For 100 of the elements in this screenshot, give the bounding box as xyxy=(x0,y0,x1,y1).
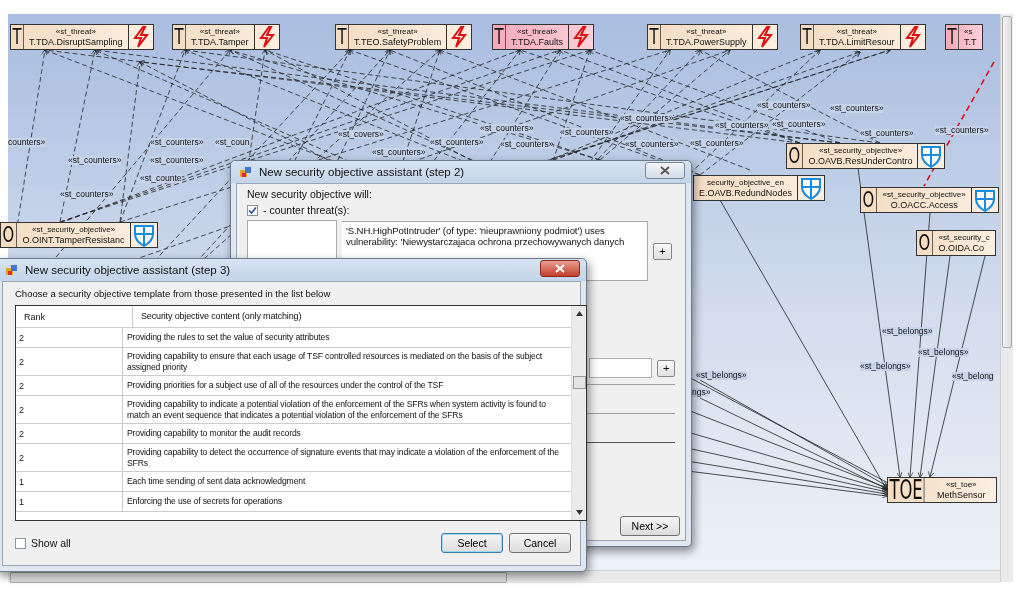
node-name: O.OACC.Access xyxy=(890,200,958,210)
connector-label: «st_counters» xyxy=(715,121,769,130)
stereotype-label: «st_threat» xyxy=(199,27,240,37)
table-cell: 2 xyxy=(16,348,123,375)
node-name: MethSensor xyxy=(936,490,986,500)
scroll-down-icon[interactable] xyxy=(575,510,583,515)
connector-label: «st_counters» xyxy=(625,140,679,149)
connector-label: «st_coun xyxy=(215,138,250,147)
connector-label: «st_belongs» xyxy=(918,348,969,357)
checkbox[interactable] xyxy=(15,537,26,549)
cancel-button[interactable]: Cancel xyxy=(509,533,571,553)
close-icon xyxy=(660,165,670,175)
connector-label: «st_counters» xyxy=(690,139,744,148)
node-name: T.TDA.Faults xyxy=(511,37,564,47)
add-button[interactable]: + xyxy=(657,359,675,377)
table-cell-text: Providing capability to ensure that each usage of TSF controlled resources is mediated on the basis of the subject assigned priority xyxy=(126,350,544,374)
checkbox[interactable] xyxy=(247,204,258,216)
stereotype-label: «st_threat» xyxy=(55,27,96,37)
window-title: New security objective assistant (step 3) xyxy=(25,264,232,276)
node-letter: T xyxy=(336,25,349,49)
connector-label: «st_counters» xyxy=(772,120,826,129)
stereotype-label: «st_security_objective» xyxy=(32,225,116,235)
connector-label: «st_counters» xyxy=(757,101,811,110)
stereotype-label: «st_security_objective» xyxy=(818,146,903,156)
check-icon xyxy=(248,205,257,215)
node-letter: T xyxy=(946,25,959,49)
intro-text: New security objective will: xyxy=(247,188,373,200)
table-cell-text: Enforcing the use of secrets for operations xyxy=(126,495,283,509)
table-cell: 1 xyxy=(16,492,123,511)
column-header[interactable]: Security objective content (only matching) xyxy=(133,306,571,327)
table-cell-text: Providing the rules to set the value of security attributes xyxy=(126,331,331,345)
node-letter: T xyxy=(11,25,24,49)
window-title: New security objective assistant (step 2) xyxy=(259,166,466,178)
node-name: T.TDA.PowerSupply xyxy=(666,37,747,47)
node-letter: O xyxy=(917,231,933,255)
app-icon xyxy=(239,165,253,179)
node-letter: T xyxy=(648,25,661,49)
node-name: O.OINT.TamperResistanc xyxy=(22,235,125,245)
close-button[interactable] xyxy=(645,161,685,179)
add-button[interactable]: + xyxy=(653,242,672,260)
node-letter: O xyxy=(787,144,803,168)
node-name: T.TDA.LimitResour xyxy=(819,37,895,47)
node-letter: O xyxy=(861,188,877,212)
vertical-scrollbar[interactable] xyxy=(1000,14,1013,582)
table-cell: 2 xyxy=(16,376,123,395)
table-cell-text: Providing priorities for a subject use of all of the resources under the control of the TSF xyxy=(126,379,445,393)
node-letter: TOE xyxy=(888,478,925,502)
scrollbar-thumb[interactable] xyxy=(1002,16,1012,348)
vertical-scrollbar[interactable] xyxy=(571,306,586,520)
close-icon xyxy=(555,263,565,273)
scroll-up-icon[interactable] xyxy=(575,311,583,316)
table-cell: 2 xyxy=(16,328,123,347)
connector-label: «st_covers» xyxy=(338,130,384,139)
connector-label: «st_belongs» xyxy=(882,327,933,336)
node-name: T.TDA.Tamper xyxy=(191,37,249,47)
connector-label: «st_counte xyxy=(140,174,182,183)
connector-label: «st_counters» xyxy=(560,128,614,137)
connector-label: «st_counters» xyxy=(620,114,674,123)
node-name: E.OAVB.RedundNodes xyxy=(699,188,792,198)
node-name: O.OIDA.Co xyxy=(938,243,985,253)
connector-label: counters» xyxy=(8,138,46,147)
connector-label: «st_counters» xyxy=(830,104,884,113)
node-name: T.T xyxy=(964,37,977,47)
table-cell: 1 xyxy=(16,472,123,491)
stereotype-label: «st_toe» xyxy=(945,480,977,490)
checkbox-label: Show all xyxy=(31,537,71,549)
horizontal-scrollbar[interactable] xyxy=(8,570,1000,583)
objective-node[interactable]: security_objective_en E.OAVB.RedundNodes xyxy=(693,175,825,201)
table-cell: 2 xyxy=(16,444,123,471)
close-button[interactable] xyxy=(540,259,580,277)
stereotype-label: security_objective_en xyxy=(706,178,784,188)
checkbox-label: - counter threat(s): xyxy=(263,204,350,216)
next-button[interactable]: Next >> xyxy=(620,516,680,536)
stereotype-label: «st_threat» xyxy=(517,27,558,37)
table-cell: 2 xyxy=(16,424,123,443)
node-name: T.TDA.DisruptSampling xyxy=(29,37,123,47)
toe-node[interactable]: TOE «st_toe» MethSensor xyxy=(887,477,997,503)
table-cell: 2 xyxy=(16,396,123,423)
stereotype-label: «st_threat» xyxy=(686,27,727,37)
table-cell-text: Providing capability to monitor the audit records xyxy=(126,427,302,441)
column-header[interactable]: Rank xyxy=(16,306,133,327)
shield-icon xyxy=(129,223,157,247)
stereotype-label: «st_threat» xyxy=(377,27,418,37)
threat-description: 'S.NH.HighPotIntruder' (of type: 'nieuprawniony podmiot') uses vulnerability: 'Niewystarczajaca ochrona przechowywanych danych xyxy=(346,225,626,247)
select-button[interactable]: Select xyxy=(441,533,503,553)
node-letter: O xyxy=(1,223,17,247)
input-field[interactable] xyxy=(589,358,653,378)
table-cell-text: Providing capability to indicate a potential violation of the enforcement of the SFRs when system activity is found to match an event sequence that indicates a potential violation of the enforcement of the SFRs xyxy=(126,398,547,422)
table-cell-text: Each time sending of sent data acknowledgment xyxy=(126,475,307,489)
node-letter: T xyxy=(493,25,506,49)
table-cell-text: Providing capability to detect the occurrence of signature events that may indicate a violation of the enforcement of the SFRs xyxy=(126,446,560,470)
stereotype-label: «st_security_c xyxy=(938,233,990,243)
node-name: O.OAVB.ResUnderContro xyxy=(808,156,913,166)
connector-label: «st_counters» xyxy=(430,138,484,147)
node-letter: T xyxy=(801,25,814,49)
node-letter: T xyxy=(173,25,186,49)
connector-label: «st_belongs» xyxy=(696,371,747,380)
scrollbar-thumb[interactable] xyxy=(10,572,507,583)
scrollbar-thumb[interactable] xyxy=(572,376,586,389)
connector-label: «st_counters» xyxy=(60,190,114,199)
